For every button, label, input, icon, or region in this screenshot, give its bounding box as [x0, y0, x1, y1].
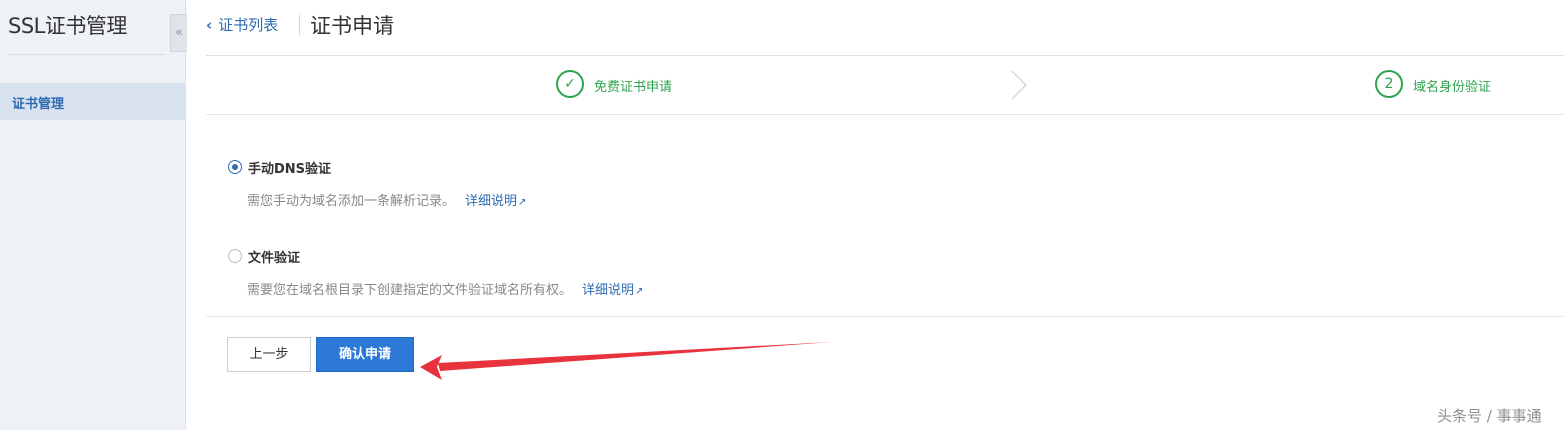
details-link[interactable]: 详细说明↗ — [465, 194, 526, 209]
option-description: 需要您在域名根目录下创建指定的文件验证域名所有权。 详细说明↗ — [247, 279, 643, 298]
external-link-icon: ↗ — [635, 286, 644, 297]
option-title: 手动DNS验证 — [248, 162, 332, 177]
step-chevron-icon — [1011, 70, 1028, 100]
option-description: 需您手动为域名添加一条解析记录。 详细说明↗ — [247, 190, 526, 209]
sidebar-title: SSL证书管理 — [8, 14, 127, 38]
details-link[interactable]: 详细说明↗ — [582, 283, 643, 298]
sidebar-item-cert-management[interactable]: 证书管理 — [0, 83, 186, 120]
step-2-label: 域名身份验证 — [1413, 80, 1492, 95]
details-link-label: 详细说明 — [582, 283, 635, 298]
collapse-sidebar-icon[interactable]: « — [170, 14, 187, 52]
details-link-label: 详细说明 — [465, 194, 518, 209]
back-link-label: 证书列表 — [218, 16, 279, 34]
step-indicator: ✓ 免费证书申请 2 域名身份验证 — [206, 56, 1564, 114]
dns-radio[interactable] — [228, 160, 242, 174]
confirm-application-button[interactable]: 确认申请 — [316, 337, 414, 372]
page-title: 证书申请 — [310, 14, 394, 38]
header: ‹ 证书列表 证书申请 — [206, 0, 1564, 55]
step-2-number: 2 — [1375, 70, 1403, 98]
step-1-label: 免费证书申请 — [594, 80, 673, 95]
file-radio[interactable] — [228, 249, 242, 263]
back-to-cert-list-link[interactable]: ‹ 证书列表 — [206, 14, 278, 35]
check-icon: ✓ — [556, 70, 584, 98]
sidebar-item-label: 证书管理 — [12, 97, 65, 112]
header-separator — [299, 15, 300, 35]
sidebar-divider — [8, 54, 166, 55]
watermark: 头条号 / 事事通 — [1437, 407, 1542, 425]
option-desc-text: 需要您在域名根目录下创建指定的文件验证域名所有权。 — [247, 283, 573, 298]
option-title: 文件验证 — [248, 251, 301, 266]
steps-divider — [206, 114, 1564, 115]
option-desc-text: 需您手动为域名添加一条解析记录。 — [247, 194, 456, 209]
sidebar: SSL证书管理 证书管理 — [0, 0, 186, 430]
form-divider — [206, 316, 1564, 317]
previous-step-button[interactable]: 上一步 — [227, 337, 311, 372]
chevron-left-icon: ‹ — [206, 16, 213, 34]
external-link-icon: ↗ — [518, 197, 527, 208]
